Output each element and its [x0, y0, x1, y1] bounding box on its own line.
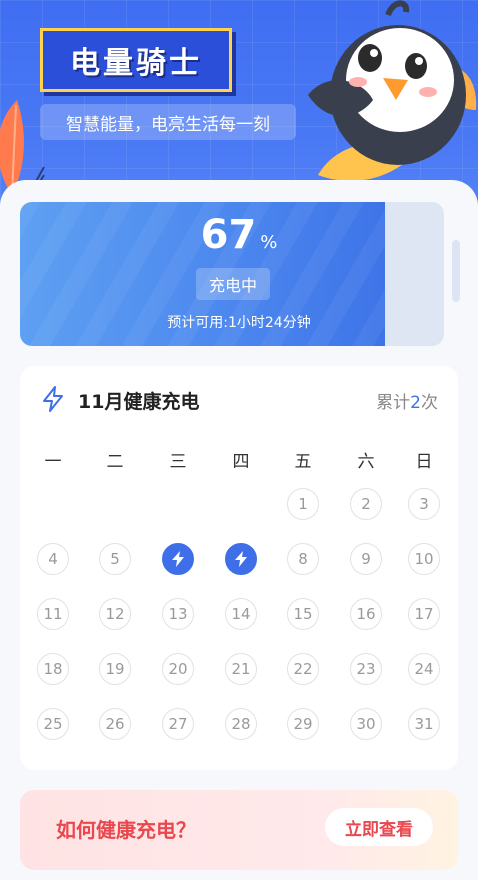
calendar-day[interactable]: 23 [350, 653, 382, 685]
calendar-day[interactable]: 15 [287, 598, 319, 630]
calendar-day[interactable]: 30 [350, 708, 382, 740]
calendar-day[interactable]: 1 [287, 488, 319, 520]
app-subtitle: 智慧能量，电亮生活每一刻 [40, 104, 296, 140]
calendar-day[interactable]: 5 [99, 543, 131, 575]
lightning-icon [235, 551, 247, 567]
calendar-day-charged[interactable] [225, 543, 257, 575]
calendar-day[interactable]: 2 [350, 488, 382, 520]
weekday-label: 五 [294, 452, 312, 472]
weekday-label: 一 [44, 452, 62, 472]
charge-count-prefix: 累计 [376, 393, 411, 413]
lightning-icon [172, 551, 184, 567]
view-now-button[interactable]: 立即查看 [325, 808, 433, 846]
weekday-label: 六 [357, 452, 375, 472]
calendar-day[interactable]: 17 [408, 598, 440, 630]
charge-count-suffix: 次 [421, 393, 438, 413]
calendar-day[interactable]: 10 [408, 543, 440, 575]
calendar-day[interactable]: 29 [287, 708, 319, 740]
charging-status-badge: 充电中 [196, 268, 270, 300]
lightning-icon [43, 386, 63, 412]
weekday-label: 四 [232, 452, 250, 472]
calendar-day[interactable]: 14 [225, 598, 257, 630]
battery-percent-unit: % [260, 232, 278, 253]
calendar-day[interactable]: 12 [99, 598, 131, 630]
calendar-day[interactable]: 19 [99, 653, 131, 685]
battery-percent-value: 67 [200, 212, 257, 258]
calendar-day[interactable]: 13 [162, 598, 194, 630]
charge-count: 累计2次 [376, 388, 438, 413]
calendar-day[interactable]: 8 [287, 543, 319, 575]
calendar-day[interactable]: 22 [287, 653, 319, 685]
weekday-label: 日 [415, 452, 433, 472]
weekday-label: 三 [169, 452, 187, 472]
calendar-day[interactable]: 31 [408, 708, 440, 740]
calendar-day[interactable]: 9 [350, 543, 382, 575]
calendar-day[interactable]: 21 [225, 653, 257, 685]
calendar-title: 11月健康充电 [78, 391, 200, 413]
calendar-day[interactable]: 18 [37, 653, 69, 685]
tips-banner-title: 如何健康充电？ [56, 818, 196, 842]
estimated-usage-text: 预计可用:1小时24分钟 [167, 315, 311, 331]
app-title: 电量骑士 [70, 46, 202, 81]
calendar-day[interactable]: 24 [408, 653, 440, 685]
weekday-label: 二 [106, 452, 124, 472]
calendar-day[interactable]: 20 [162, 653, 194, 685]
calendar-day[interactable]: 28 [225, 708, 257, 740]
calendar-day[interactable]: 16 [350, 598, 382, 630]
app-title-box: 电量骑士 [40, 28, 232, 92]
calendar-day[interactable]: 3 [408, 488, 440, 520]
calendar-day-charged[interactable] [162, 543, 194, 575]
penguin-mascot-icon [308, 0, 477, 181]
calendar-day[interactable]: 11 [37, 598, 69, 630]
calendar-day[interactable]: 26 [99, 708, 131, 740]
calendar-day[interactable]: 25 [37, 708, 69, 740]
battery-percent: 67% [0, 212, 478, 258]
charge-count-number: 2 [410, 393, 421, 413]
calendar-day[interactable]: 4 [37, 543, 69, 575]
calendar-day[interactable]: 27 [162, 708, 194, 740]
